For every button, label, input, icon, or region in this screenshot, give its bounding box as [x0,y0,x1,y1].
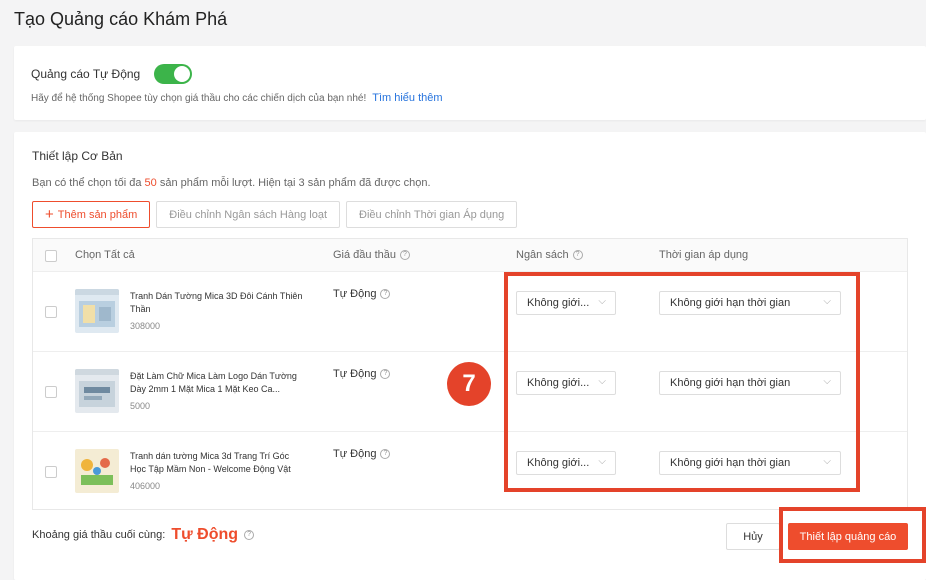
bid-value: Tự Động ? [333,288,391,300]
product-id: 5000 [130,401,151,411]
chevron-down-icon: ⌵ [598,376,606,387]
select-all-checkbox[interactable] [45,250,57,262]
table-row: Tranh Dán Tường Mica 3D Đôi Cánh Thiên T… [33,272,907,352]
row-checkbox[interactable] [45,386,57,398]
row-checkbox[interactable] [45,306,57,318]
product-id: 406000 [130,481,161,491]
product-name: Tranh Dán Tường Mica 3D Đôi Cánh Thiên T… [130,291,303,314]
add-product-label: Thêm sản phẩm [57,208,138,221]
cancel-button[interactable]: Hủy [726,523,780,550]
product-id: 308000 [130,321,161,331]
time-select-value: Không giới hạn thời gian [670,297,791,309]
final-bid-label: Khoảng giá thầu cuối cùng: [32,529,166,541]
auto-ads-description: Hãy để hệ thống Shopee tùy chọn giá thầu… [31,92,367,104]
toggle-knob [174,66,191,82]
time-select-value: Không giới hạn thời gian [670,457,791,469]
product-name: Đặt Làm Chữ Mica Làm Logo Dán Tường Dày … [130,371,297,394]
budget-select[interactable]: Không giới... ⌵ [516,291,616,315]
adjust-time-button[interactable]: Điều chỉnh Thời gian Áp dụng [346,201,518,228]
chevron-down-icon: ⌵ [823,456,831,467]
basic-setup-description: Bạn có thể chọn tối đa 50 sản phẩm mỗi l… [32,177,431,189]
bid-value: Tự Động ? [333,368,391,380]
final-bid-row: Khoảng giá thầu cuối cùng: Tự Động ? [32,526,255,544]
table-header: Chọn Tất cả Giá đầu thầu ? Ngân sách ? T… [33,239,907,272]
budget-select[interactable]: Không giới... ⌵ [516,371,616,395]
help-icon[interactable]: ? [380,449,391,459]
auto-ads-card: Quảng cáo Tự Động Hãy để hệ thống Shopee… [14,46,926,120]
final-bid-value: Tự Động [171,526,239,543]
max-products-count: 50 [144,177,157,189]
header-bid-label: Giá đầu thầu [333,249,396,261]
plus-icon: + [45,206,54,223]
setup-ad-button[interactable]: Thiết lập quảng cáo [788,523,908,550]
step-number-badge: 7 [447,362,491,406]
help-icon[interactable]: ? [380,369,391,379]
budget-select[interactable]: Không giới... ⌵ [516,451,616,475]
budget-select-value: Không giới... [527,457,590,469]
page-title: Tạo Quảng cáo Khám Phá [14,9,228,29]
product-thumbnail [75,369,119,413]
row-checkbox[interactable] [45,466,57,478]
budget-select-value: Không giới... [527,297,590,309]
product-thumbnail [75,449,119,493]
header-budget-label: Ngân sách [516,249,569,261]
bid-value: Tự Động ? [333,448,391,460]
help-icon[interactable]: ? [400,250,410,260]
header-budget: Ngân sách ? [516,249,583,261]
auto-ads-toggle[interactable] [154,64,193,84]
time-select[interactable]: Không giới hạn thời gian ⌵ [659,451,841,475]
product-name: Tranh dán tường Mica 3d Trang Trí Góc Họ… [130,451,291,474]
basic-setup-title: Thiết lập Cơ Bản [32,149,123,163]
help-icon[interactable]: ? [572,250,583,260]
help-icon[interactable]: ? [244,530,255,540]
bid-text: Tự Động [333,288,377,300]
chevron-down-icon: ⌵ [823,376,831,387]
product-thumbnail [75,289,119,333]
time-select[interactable]: Không giới hạn thời gian ⌵ [659,371,841,395]
table-row: Tranh dán tường Mica 3d Trang Trí Góc Họ… [33,432,907,512]
bid-text: Tự Động [333,448,377,460]
desc-prefix: Bạn có thể chọn tối đa [32,177,142,189]
budget-select-value: Không giới... [527,377,590,389]
desc-suffix: sản phẩm mỗi lượt. Hiện tại 3 sản phẩm đ… [159,177,431,189]
auto-ads-label: Quảng cáo Tự Động [31,67,141,81]
chevron-down-icon: ⌵ [823,296,831,307]
header-select-all: Chọn Tất cả [75,249,135,261]
header-bid: Giá đầu thầu ? [333,249,410,261]
basic-setup-card: Thiết lập Cơ Bản Bạn có thể chọn tối đa … [14,132,926,580]
learn-more-link[interactable]: Tìm hiểu thêm [372,92,442,104]
chevron-down-icon: ⌵ [598,456,606,467]
chevron-down-icon: ⌵ [598,296,606,307]
header-time: Thời gian áp dụng [659,249,749,261]
time-select-value: Không giới hạn thời gian [670,377,791,389]
adjust-budget-button[interactable]: Điều chỉnh Ngân sách Hàng loạt [156,201,341,228]
time-select[interactable]: Không giới hạn thời gian ⌵ [659,291,841,315]
add-product-button[interactable]: + Thêm sản phẩm [32,201,151,228]
help-icon[interactable]: ? [380,289,391,299]
bid-text: Tự Động [333,368,377,380]
